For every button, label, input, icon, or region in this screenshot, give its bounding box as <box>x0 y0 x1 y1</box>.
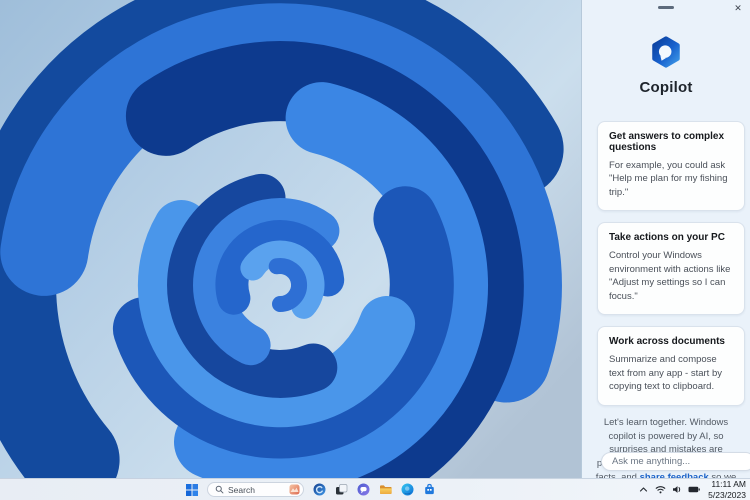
copilot-taskbar-icon <box>313 483 326 496</box>
card-title: Take actions on your PC <box>609 232 733 243</box>
store-icon <box>423 483 436 496</box>
chat-input-row <box>595 452 745 471</box>
desktop-wallpaper <box>0 0 581 478</box>
bloom-wallpaper-graphic <box>0 0 581 478</box>
card-body: Summarize and compose text from any app … <box>609 353 733 393</box>
search-label: Search <box>228 485 285 495</box>
hidden-icons-chevron-icon[interactable] <box>637 484 649 496</box>
clock[interactable]: 11:11 AM 5/23/2023 <box>708 479 746 499</box>
suggestion-cards: Get answers to complex questions For exa… <box>597 121 745 406</box>
card-title: Get answers to complex questions <box>609 131 733 153</box>
panel-title: Copilot <box>582 79 750 96</box>
card-documents: Work across documents Summarize and comp… <box>597 326 745 405</box>
card-complex-questions: Get answers to complex questions For exa… <box>597 121 745 211</box>
chat-icon <box>357 483 370 496</box>
clock-time: 11:11 AM <box>708 479 746 489</box>
search-highlight-icon[interactable] <box>289 484 300 495</box>
start-button[interactable] <box>185 483 198 496</box>
wifi-icon[interactable] <box>654 484 666 496</box>
windows-desktop-screen: ✕ Copilot Get answers to complex questio… <box>0 0 750 500</box>
windows-logo-icon <box>186 484 198 496</box>
copilot-logo-icon <box>650 36 682 68</box>
battery-icon[interactable] <box>688 484 700 496</box>
file-explorer-button[interactable] <box>379 483 392 496</box>
edge-icon <box>401 483 414 496</box>
search-box[interactable]: Search <box>207 482 304 497</box>
store-button[interactable] <box>423 483 436 496</box>
search-icon <box>215 485 224 494</box>
copilot-panel: ✕ Copilot Get answers to complex questio… <box>581 0 750 478</box>
task-view-icon <box>335 483 348 496</box>
file-explorer-icon <box>379 483 392 496</box>
taskbar-copilot-button[interactable] <box>313 483 326 496</box>
card-body: Control your Windows environment with ac… <box>609 249 733 303</box>
edge-button[interactable] <box>401 483 414 496</box>
card-pc-actions: Take actions on your PC Control your Win… <box>597 222 745 315</box>
ask-me-anything-input[interactable] <box>601 452 750 471</box>
taskbar: Search <box>0 478 750 500</box>
chat-button[interactable] <box>357 483 370 496</box>
clock-date: 5/23/2023 <box>708 490 746 500</box>
card-body: For example, you could ask "Help me plan… <box>609 159 733 199</box>
volume-icon[interactable] <box>671 484 683 496</box>
panel-drag-handle[interactable] <box>658 6 674 9</box>
task-view-button[interactable] <box>335 483 348 496</box>
taskbar-app-icons: Search <box>185 479 436 500</box>
close-icon[interactable]: ✕ <box>731 1 745 15</box>
card-title: Work across documents <box>609 336 733 347</box>
system-tray: 11:11 AM 5/23/2023 <box>637 479 746 500</box>
